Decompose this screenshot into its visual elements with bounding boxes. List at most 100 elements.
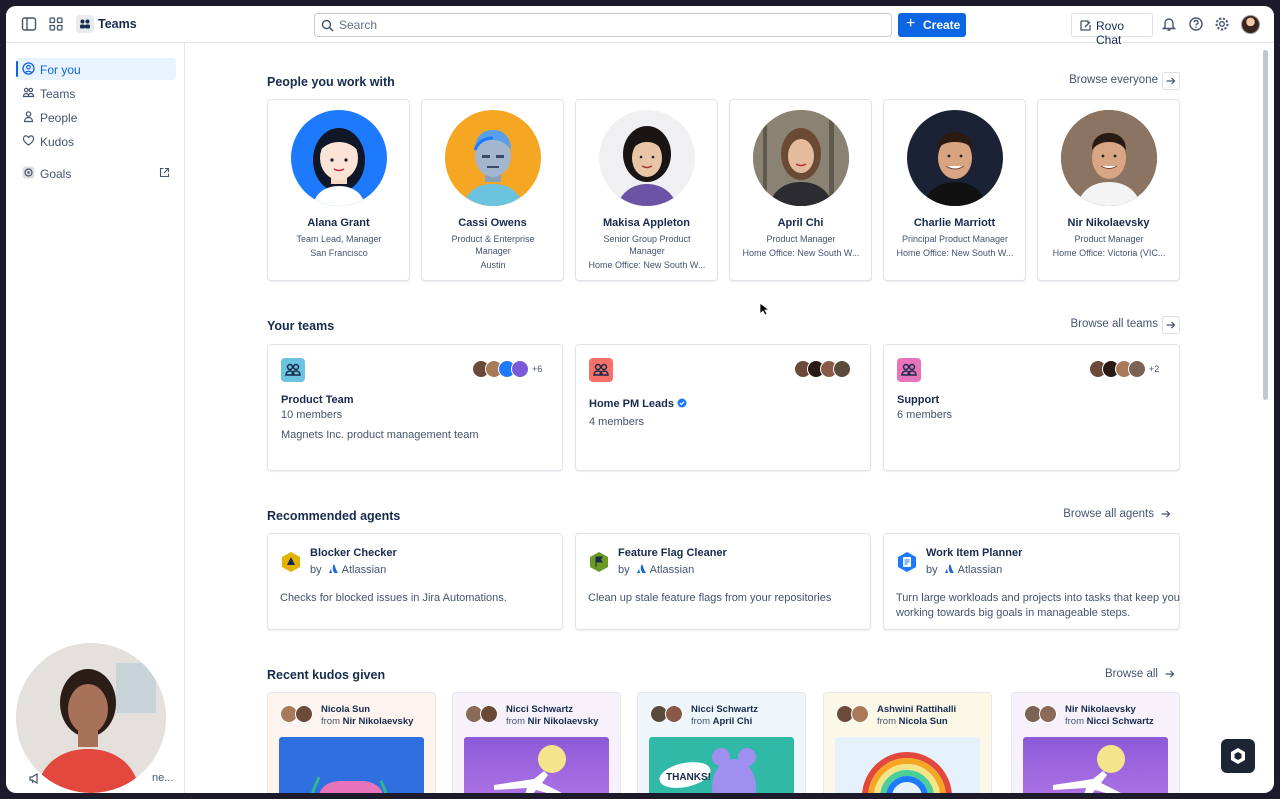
feedback-label[interactable]: ne... (152, 772, 173, 784)
sender-name: Nicci Schwartz (1086, 716, 1154, 727)
team-card[interactable]: Home PM Leads 4 members (575, 344, 871, 471)
agent-publisher: by Atlassian (310, 563, 386, 576)
arrow-right-icon (1158, 506, 1176, 524)
sender-avatar (480, 705, 498, 723)
app-title[interactable]: Teams (98, 17, 137, 31)
person-card[interactable]: Makisa Appleton Senior Group Product Man… (575, 99, 718, 281)
sidebar-item-kudos[interactable]: Kudos (16, 130, 176, 152)
person-card[interactable]: Alana Grant Team Lead, Manager San Franc… (267, 99, 410, 281)
person-card[interactable]: Cassi Owens Product & Enterprise Manager… (421, 99, 564, 281)
from-label: from (321, 716, 340, 727)
member-avatar (511, 360, 529, 378)
atlassian-logo-icon (944, 564, 954, 573)
agent-card[interactable]: Feature Flag Cleaner by Atlassian Clean u… (575, 533, 871, 630)
member-avatars: +2 (1089, 360, 1169, 378)
search-icon (321, 19, 334, 32)
help-icon[interactable] (1187, 15, 1205, 33)
rovo-chat-button[interactable]: Rovo Chat (1071, 13, 1153, 47)
feature-flag-icon (590, 552, 608, 572)
person-card[interactable]: Nir Nikolaevsky Product Manager Home Off… (1037, 99, 1180, 281)
sidebar-item-label: Kudos (40, 135, 75, 149)
main-scrollbar[interactable] (1263, 50, 1268, 400)
kudos-recipient: Nicola Sun (321, 704, 371, 715)
person-location: Austin (480, 260, 506, 270)
browse-all-teams-link[interactable]: Browse all teams (1026, 316, 1180, 334)
atlassian-logo-icon (636, 564, 646, 573)
kudos-card[interactable]: Nicci Schwartz from April Chi THANKS! (637, 692, 806, 793)
kudos-card[interactable]: Nir Nikolaevsky from Nicci Schwartz (1011, 692, 1180, 793)
browse-everyone-link[interactable]: Browse everyone (1026, 72, 1180, 90)
person-name: Cassi Owens (458, 217, 527, 229)
sidebar-item-people[interactable]: People (16, 106, 176, 128)
team-card[interactable]: +6 Product Team 10 members Magnets Inc. … (267, 344, 563, 471)
kudos-sender: from April Chi (691, 716, 752, 727)
by-label: by (310, 564, 322, 576)
team-card[interactable]: +2 Support 6 members (883, 344, 1180, 471)
megaphone-icon[interactable] (28, 772, 41, 785)
team-name: Product Team (281, 394, 354, 406)
person-name: Charlie Marriott (913, 217, 996, 229)
person-title: Principal Product Manager (901, 234, 1009, 244)
agent-card[interactable]: Blocker Checker by Atlassian Checks for b… (267, 533, 563, 630)
person-name: Alana Grant (307, 217, 370, 229)
kudos-card[interactable]: Nicola Sun from Nir Nikolaevsky (267, 692, 436, 793)
team-member-count: 6 members (897, 409, 953, 421)
notifications-bell-icon[interactable] (1160, 15, 1178, 33)
team-icon (589, 358, 613, 382)
app-switcher-icon[interactable] (47, 15, 65, 33)
kudos-recipient: Nicci Schwartz (506, 704, 574, 715)
create-label: Create (923, 18, 961, 32)
sender-name: April Chi (712, 716, 753, 727)
external-link-icon (159, 167, 170, 178)
browse-label: Browse everyone (1069, 74, 1158, 86)
person-name: Makisa Appleton (603, 217, 690, 229)
browse-all-kudos-link[interactable]: Browse all (1076, 666, 1180, 684)
rovo-assistant-button[interactable] (1221, 739, 1255, 773)
browse-all-agents-link[interactable]: Browse all agents (1016, 506, 1176, 524)
person-card[interactable]: April Chi Product Manager Home Office: N… (729, 99, 872, 281)
agent-card[interactable]: Work Item Planner by Atlassian Turn large… (883, 533, 1180, 630)
person-avatar (599, 110, 695, 206)
kudos-sender: from Nir Nikolaevsky (321, 716, 413, 727)
active-indicator (16, 61, 18, 77)
sender-avatar (665, 705, 683, 723)
team-icon (897, 358, 921, 382)
person-title: Product Manager (766, 234, 836, 244)
more-members-count: +6 (532, 364, 543, 374)
publisher-name: Atlassian (649, 564, 695, 576)
search-input[interactable]: Search (314, 13, 892, 37)
top-navigation: Teams Search + Create Rovo Chat (6, 6, 1274, 47)
sidebar-item-for-you[interactable]: For you (16, 58, 176, 80)
goal-icon (22, 166, 35, 179)
app-window: Teams Search + Create Rovo Chat For you … (6, 6, 1274, 793)
sidebar-item-label: Teams (40, 87, 76, 101)
more-members-count: +2 (1149, 364, 1160, 374)
main-content: People you work with Browse everyone Ala… (186, 43, 1262, 793)
team-name: Home PM Leads (589, 398, 687, 410)
kudos-card[interactable]: Nicci Schwartz from Nir Nikolaevsky (452, 692, 621, 793)
from-label: from (506, 716, 525, 727)
member-avatars (794, 360, 864, 378)
rainbow-illustration (835, 737, 980, 793)
profile-avatar[interactable] (1241, 15, 1260, 34)
person-title: Product & Enterprise (451, 234, 535, 244)
kudos-card[interactable]: Ashwini Rattihalli from Nicola Sun (823, 692, 992, 793)
agent-description: Clean up stale feature flags from your r… (588, 592, 832, 604)
create-button[interactable]: + Create (898, 13, 966, 37)
sidebar-toggle-icon[interactable] (20, 15, 38, 33)
from-label: from (691, 716, 710, 727)
agent-publisher: by Atlassian (926, 563, 1002, 576)
from-label: from (877, 716, 896, 727)
teams-app-icon[interactable] (76, 15, 94, 33)
rovo-icon (1231, 748, 1245, 764)
person-card[interactable]: Charlie Marriott Principal Product Manag… (883, 99, 1026, 281)
team-name-text: Home PM Leads (589, 398, 674, 410)
person-name: Nir Nikolaevsky (1067, 217, 1150, 229)
airplane-moon-illustration (464, 737, 609, 793)
sidebar-item-goals[interactable]: Goals (16, 162, 176, 184)
sidebar-item-teams[interactable]: Teams (16, 82, 176, 104)
kudos-sender: from Nicci Schwartz (1065, 716, 1154, 727)
settings-gear-icon[interactable] (1213, 15, 1231, 33)
person-title: Senior Group Product (603, 234, 691, 244)
person-avatar (1061, 110, 1157, 206)
